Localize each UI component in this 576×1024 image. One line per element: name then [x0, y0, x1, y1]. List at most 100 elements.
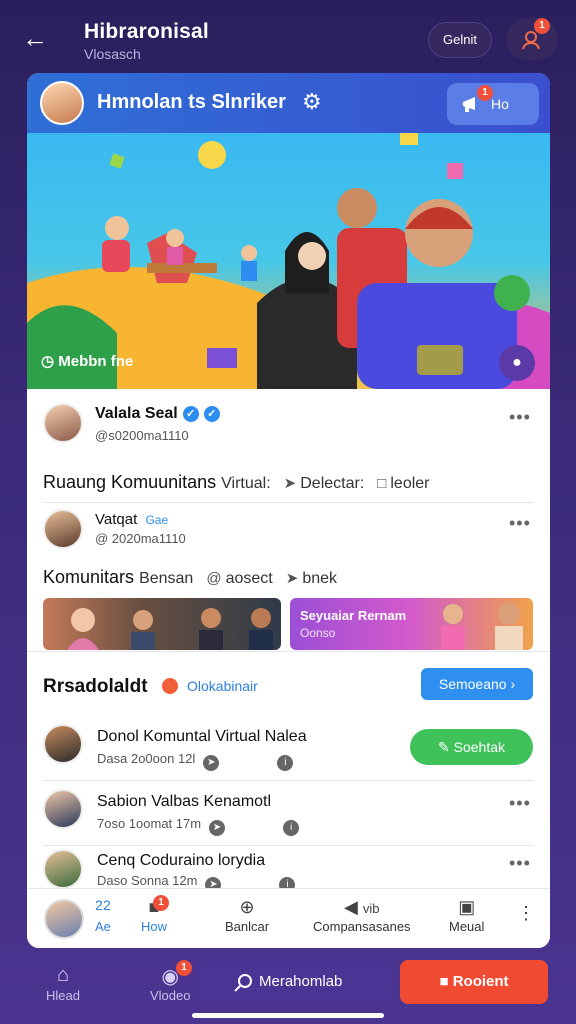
post-text: Komunitars Bensan @ aosect ➤ bnek — [43, 567, 337, 588]
plus-circle-icon: ⊕ — [239, 897, 255, 917]
app-title: Hibraronisal — [84, 20, 209, 43]
join-button[interactable]: ✎ Soehtak — [410, 729, 533, 765]
community-card: Hmnolan ts Slnriker ⚙ 1 Ho ◷ Mebbn fne ●… — [27, 73, 550, 948]
more-options-icon[interactable]: ••• — [509, 793, 531, 814]
media-thumbnails: Seyuaiar Rernam Oonso — [43, 598, 533, 650]
post-author[interactable]: Valala Seal ✓ ✓ — [95, 405, 220, 423]
post-avatar[interactable] — [43, 509, 83, 549]
list-item-meta-text: 7oso 1oomat 17m — [97, 816, 202, 831]
list-item-avatar[interactable] — [43, 724, 83, 764]
post-handle: @s0200ma1110 — [95, 428, 189, 443]
hero-caption-text: Mebbn fne — [58, 353, 134, 370]
image-icon: ▣ — [458, 897, 476, 917]
post-text-soft: Bensan — [139, 570, 194, 587]
post-tag[interactable]: bnek — [302, 570, 337, 587]
pin-icon: ➤ — [203, 755, 220, 771]
more-options-icon[interactable]: ••• — [509, 407, 531, 428]
chat-bubble-icon[interactable]: ● — [499, 345, 535, 381]
list-item-meta: 7oso 1oomat 17m ➤ i — [97, 816, 300, 836]
footer-now-tab[interactable]: ■ How 1 — [141, 895, 169, 934]
list-item-meta: Dasa 2o0oon 12l ➤ i — [97, 751, 294, 771]
post-tag[interactable]: Delectar: — [300, 475, 364, 492]
nav-video-badge: 1 — [176, 960, 192, 976]
nav-home[interactable]: ⌂ Hlead — [46, 964, 80, 1003]
list-item-meta-text: Daso Sonna 12m — [97, 873, 198, 888]
user-search-button[interactable]: 1 — [506, 18, 558, 60]
people-photo — [441, 603, 523, 650]
post-tag[interactable]: aosect — [226, 570, 273, 587]
notification-badge: 1 — [534, 18, 550, 34]
footer-count-bottom: Ae — [95, 919, 111, 934]
megaphone-icon: ◀ vib — [344, 897, 380, 917]
pin-icon: ➤ — [285, 570, 299, 587]
see-more-button[interactable]: Semoeano › — [421, 668, 533, 700]
thumbnail-title: Seyuaiar Rernam — [300, 608, 407, 623]
join-button-label: Soehtak — [453, 739, 505, 755]
divider — [43, 780, 534, 781]
header-button-label: Ho — [491, 96, 509, 112]
post-tag[interactable]: leoler — [390, 475, 429, 492]
footer-avatar[interactable] — [44, 899, 84, 939]
search-button[interactable]: Merahomlab — [195, 961, 395, 1003]
header-avatar[interactable] — [40, 81, 84, 125]
more-vertical-icon[interactable]: ⋮ — [517, 903, 535, 924]
home-icon: ⌂ — [56, 964, 70, 986]
footer-count-top: 22 — [95, 897, 111, 913]
post-text-main: Ruaung Komuunitans — [43, 472, 217, 492]
hero-banner[interactable]: ◷ Mebbn fne ● — [27, 133, 550, 389]
post-text-soft: Virtual: — [221, 475, 271, 492]
section-header: Rrsadolaldt Olokabinair Semoeano › — [27, 651, 550, 717]
more-options-icon[interactable]: ••• — [509, 853, 531, 874]
settings-gear-icon[interactable]: ⚙ — [302, 91, 322, 113]
more-options-icon[interactable]: ••• — [509, 513, 531, 534]
top-pill-button[interactable]: Gelnit — [428, 22, 492, 58]
list-item-avatar[interactable] — [43, 849, 83, 889]
post-avatar[interactable] — [43, 403, 83, 443]
footer-now-badge: 1 — [153, 895, 169, 911]
home-indicator — [192, 1013, 384, 1018]
header-button-badge: 1 — [477, 85, 493, 101]
footer-tab[interactable]: ⊕ Banlcar — [225, 897, 269, 934]
footer-tab[interactable]: ▣ Meual — [449, 897, 484, 934]
post-author[interactable]: Vatqat Gae — [95, 511, 168, 528]
live-label[interactable]: Olokabinair — [187, 678, 258, 694]
post-author-name: Vatqat — [95, 511, 138, 528]
people-photo — [67, 608, 273, 650]
clock-icon: ◷ — [41, 353, 55, 370]
footer-count[interactable]: 22 Ae — [95, 897, 111, 934]
post-text-main: Komunitars — [43, 567, 135, 587]
footer-tab[interactable]: ◀ vib Compansasanes — [313, 897, 411, 934]
comment-icon: □ — [377, 475, 387, 492]
card-title: Hmnolan ts Slnriker — [97, 91, 286, 113]
verified-badge-icon: ✓ — [203, 406, 220, 422]
footer-tab-label: Compansasanes — [313, 919, 411, 934]
footer-tab-top-label: vib — [362, 901, 380, 916]
card-footer-toolbar: 22 Ae ■ How 1 ⊕ Banlcar ◀ vib Compansasa… — [27, 888, 550, 948]
list-item-title[interactable]: Cenq Coduraino lorydia — [97, 852, 265, 870]
primary-action-button[interactable]: ■ Rooient — [400, 960, 548, 1004]
card-header: Hmnolan ts Slnriker ⚙ 1 Ho — [27, 73, 550, 133]
thumbnail-subtitle: Oonso — [300, 626, 336, 640]
media-thumbnail[interactable]: Seyuaiar Rernam Oonso — [290, 598, 533, 650]
list-item-title[interactable]: Donol Komuntal Virtual Nalea — [97, 728, 307, 746]
author-badge: Gae — [145, 513, 169, 527]
footer-tab-label: Meual — [449, 919, 485, 934]
media-thumbnail[interactable] — [43, 598, 281, 650]
header-action-button[interactable]: 1 Ho — [447, 83, 539, 125]
see-more-label: Semoeano — [438, 676, 507, 692]
footer-tab-label: Banlcar — [225, 919, 270, 934]
hero-illustration — [27, 133, 550, 389]
info-icon: i — [277, 755, 294, 771]
app-subtitle: Vlosasch — [84, 46, 141, 62]
section-title: Rrsadolaldt — [43, 676, 148, 697]
list-item-title[interactable]: Sabion Valbas Kenamotl — [97, 793, 271, 811]
top-bar: ← Hibraronisal Vlosasch Gelnit 1 — [0, 0, 576, 72]
post-text: Ruaung Komuunitans Virtual: ➤ Delectar: □… — [43, 472, 430, 493]
nav-video[interactable]: ◉ Vlodeo 1 — [150, 960, 192, 1003]
list-item-avatar[interactable] — [43, 789, 83, 829]
info-icon: i — [283, 820, 300, 836]
verified-badge-icon: ✓ — [182, 406, 199, 422]
back-arrow-icon[interactable]: ← — [22, 22, 54, 54]
hero-caption: ◷ Mebbn fne — [41, 352, 133, 370]
list-item-meta-text: Dasa 2o0oon 12l — [97, 751, 196, 766]
